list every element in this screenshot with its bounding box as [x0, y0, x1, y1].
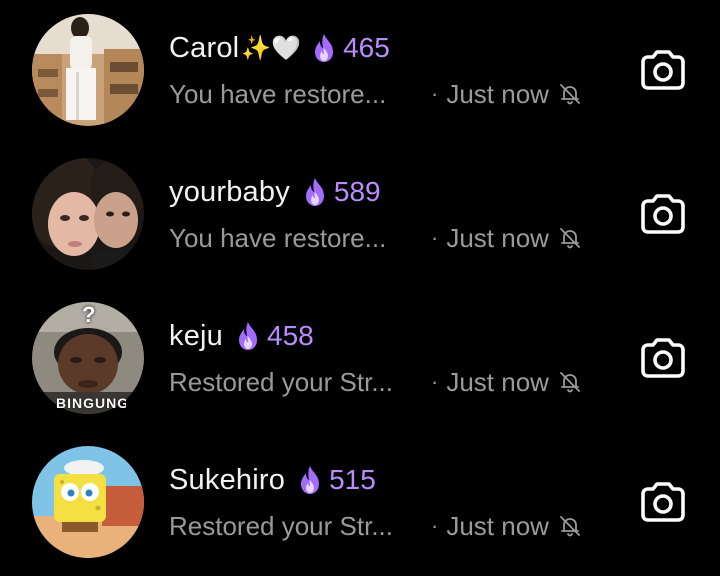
- name-line: yourbaby 589: [169, 170, 381, 214]
- contact-name: Carol: [169, 31, 240, 64]
- bell-off-icon: [558, 82, 582, 106]
- flame-icon: [311, 33, 337, 63]
- separator-dot: ·: [431, 513, 439, 538]
- name-emojis: ✨🤍: [241, 34, 302, 62]
- chat-list: Carol ✨🤍 465 You have restore... · Just …: [0, 0, 720, 573]
- timestamp: Just now: [446, 366, 549, 397]
- chat-row-keju[interactable]: ? BINGUNG keju 458 Restored your Str... …: [0, 288, 720, 432]
- avatar-caption: BINGUNG: [56, 395, 126, 411]
- camera-icon[interactable]: [638, 336, 688, 380]
- flame-icon: [297, 465, 323, 495]
- avatar[interactable]: [32, 446, 144, 558]
- avatar-mark: ?: [82, 302, 96, 327]
- flame-icon: [235, 321, 261, 351]
- chat-row-carol[interactable]: Carol ✨🤍 465 You have restore... · Just …: [0, 0, 720, 144]
- camera-icon[interactable]: [638, 48, 688, 92]
- separator-dot: ·: [431, 81, 439, 106]
- timestamp: Just now: [446, 510, 549, 541]
- avatar[interactable]: [32, 14, 144, 126]
- status-line: Restored your Str... · Just now: [169, 362, 582, 402]
- status-line: You have restore... · Just now: [169, 218, 582, 258]
- contact-name: yourbaby: [169, 175, 290, 208]
- name-line: Carol ✨🤍 465: [169, 26, 390, 70]
- bell-off-icon: [558, 514, 582, 538]
- streak-count: 515: [329, 464, 376, 495]
- message-preview: You have restore...: [169, 78, 387, 109]
- status-line: Restored your Str... · Just now: [169, 506, 582, 546]
- name-line: keju 458: [169, 314, 314, 358]
- status-line: You have restore... · Just now: [169, 74, 582, 114]
- message-preview: You have restore...: [169, 222, 387, 253]
- separator-dot: ·: [431, 225, 439, 250]
- streak-count: 465: [343, 32, 390, 63]
- message-preview: Restored your Str...: [169, 510, 393, 541]
- bell-off-icon: [558, 226, 582, 250]
- message-preview: Restored your Str...: [169, 366, 393, 397]
- timestamp: Just now: [446, 78, 549, 109]
- name-line: Sukehiro 515: [169, 458, 376, 502]
- contact-name: Sukehiro: [169, 463, 286, 496]
- camera-icon[interactable]: [638, 192, 688, 236]
- streak-count: 458: [267, 320, 314, 351]
- separator-dot: ·: [431, 369, 439, 394]
- camera-icon[interactable]: [638, 480, 688, 524]
- chat-row-sukehiro[interactable]: Sukehiro 515 Restored your Str... · Just…: [0, 432, 720, 576]
- contact-name: keju: [169, 319, 223, 352]
- flame-icon: [302, 177, 328, 207]
- timestamp: Just now: [446, 222, 549, 253]
- avatar[interactable]: [32, 158, 144, 270]
- bell-off-icon: [558, 370, 582, 394]
- chat-row-yourbaby[interactable]: yourbaby 589 You have restore... · Just …: [0, 144, 720, 288]
- streak-count: 589: [333, 176, 381, 207]
